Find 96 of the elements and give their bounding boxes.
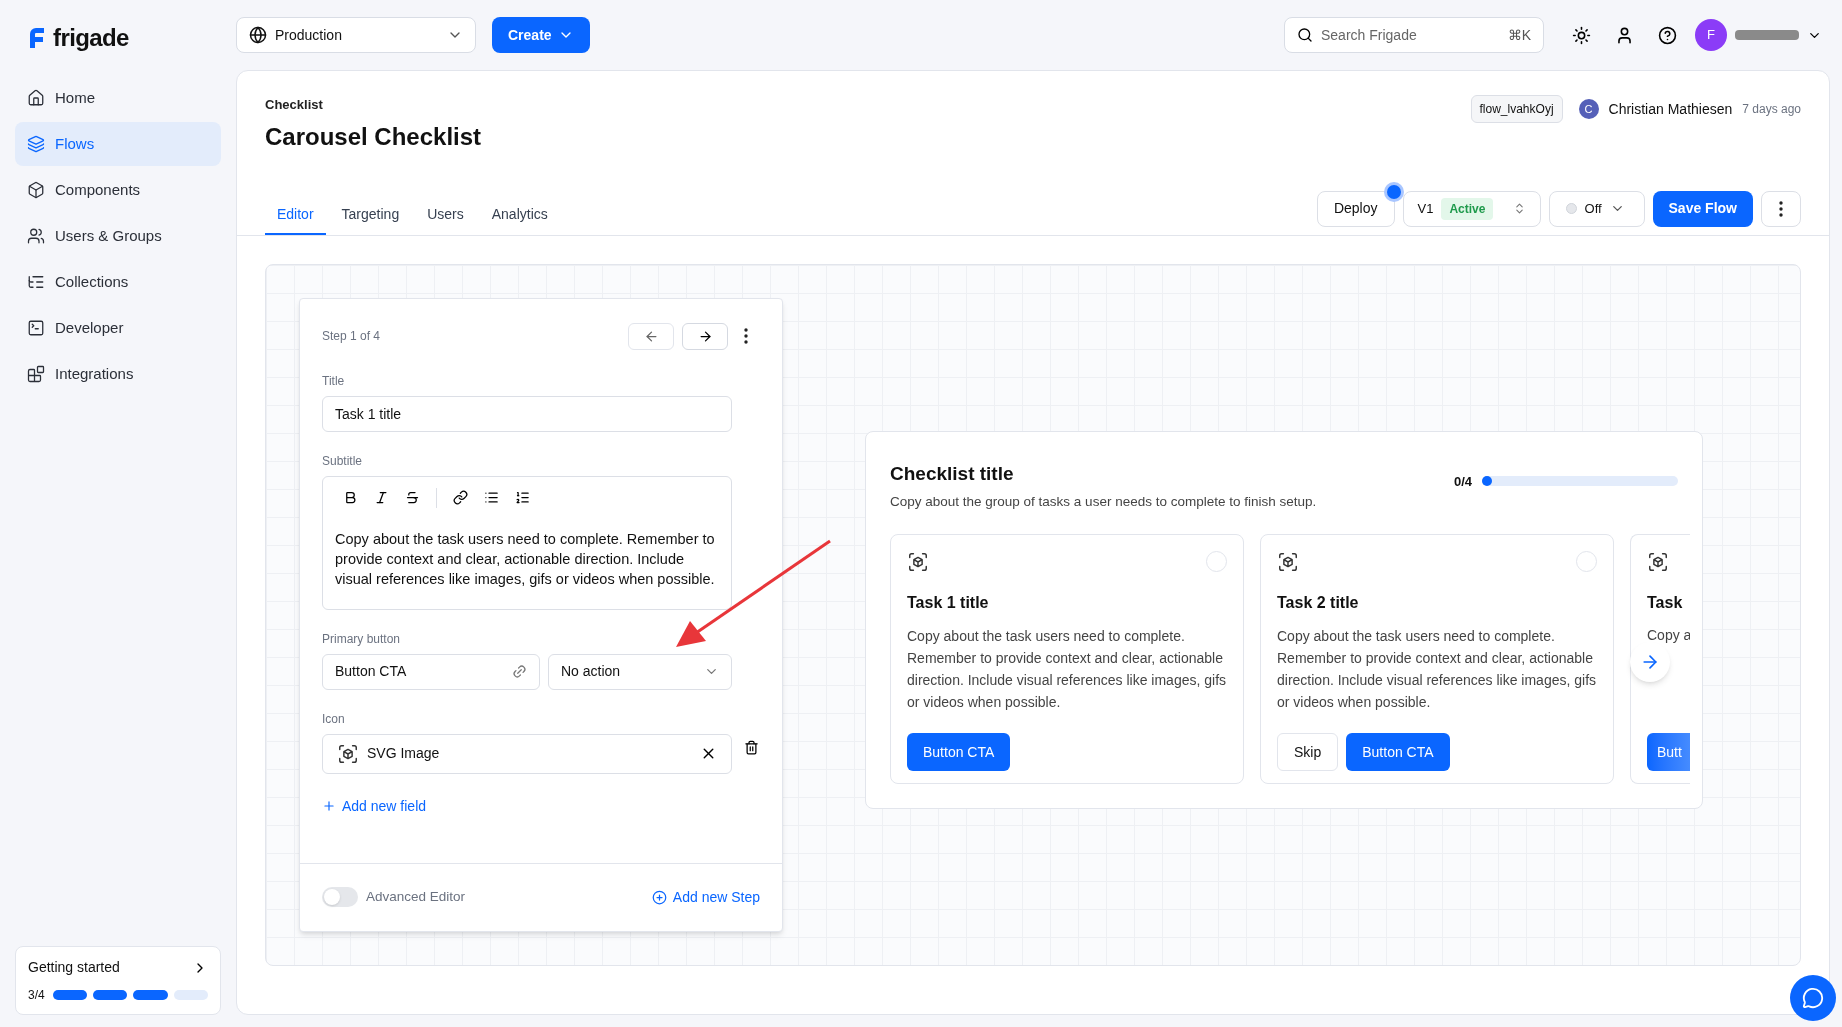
title-field[interactable]: Task 1 title [322,395,732,432]
tab[interactable]: Targeting [329,203,412,235]
version-dropdown[interactable]: V1 Active [1402,190,1541,227]
home-icon [27,89,45,107]
redacted-block [1735,30,1799,40]
status-badge: Active [1441,197,1494,220]
plus-icon [322,799,336,813]
create-button[interactable]: Create [492,17,590,53]
updated-time: 7 days ago [1742,101,1801,118]
add-field-link[interactable]: Add new field [322,795,427,817]
users-icon [27,227,45,245]
field-label: Icon [322,710,346,728]
plus-circle-icon [651,889,667,905]
task-description: Copy about the task users need to complete. Remember to provide context and clear, actionable direction. Include visual references like images, gifs or videos when possible. [907,627,1227,713]
sidebar-item[interactable]: Users & Groups [15,214,221,258]
strikethrough-icon[interactable] [405,490,420,505]
author-avatar: C [1578,99,1599,119]
subtitle-text: Copy about the task users need to complete. Remember to provide context and clear, actionable direction. Include visual references like images, gifs or videos when possible. [335,529,716,589]
checklist-title: Checklist title [890,461,1015,486]
search-input[interactable]: Search Frigade [1321,24,1500,46]
task-title: Task 2 title [1277,593,1360,614]
tab[interactable]: Analytics [479,203,560,235]
progress-count: 0/4 [1453,472,1472,491]
next-step-button[interactable] [682,322,728,350]
sidebar-item[interactable]: Collections [15,260,221,304]
list-icon [27,273,45,291]
advanced-editor-toggle[interactable] [322,887,358,907]
author-name: Christian Mathiesen [1608,99,1733,119]
rich-text-editor[interactable]: Copy about the task users need to complete. Remember to provide context and clear, actionable direction. Include visual references like images, gifs or videos when possible. [322,475,732,610]
italic-icon[interactable] [374,490,389,505]
tab[interactable]: Editor [265,203,326,235]
step-indicator: Step 1 of 4 [322,328,382,345]
cube-scan-icon [337,742,359,765]
state-dropdown[interactable]: Off [1548,190,1645,227]
icon-field[interactable]: SVG Image [322,733,732,774]
chat-icon [1802,987,1824,1009]
cube-scan-icon [1277,551,1299,574]
search-field[interactable]: Search Frigade ⌘K [1284,17,1544,53]
sidebar-item[interactable]: Components [15,168,221,212]
environment-dropdown[interactable]: Production [236,17,476,53]
cta-button[interactable]: Button CTA [1346,733,1450,772]
blocks-icon [27,365,45,383]
globe-icon [249,26,267,44]
field-label: Subtitle [322,452,364,470]
add-step-link[interactable]: Add new Step [651,886,760,908]
task-description: Copy about the task users need to complete. Remember to provide context and clear, actionable direction. Include visual references like images, gifs or videos when possible. [1277,627,1597,713]
search-icon [1297,27,1313,43]
sidebar-item[interactable]: Flows [15,122,221,166]
task-title: Task [1647,593,1684,614]
layers-icon [27,135,45,153]
cube-scan-icon [907,551,929,574]
sidebar-item[interactable]: Home [15,76,221,120]
tab[interactable]: Users [415,203,476,235]
numbered-list-icon[interactable] [515,490,530,505]
help-icon[interactable] [1658,25,1677,45]
account-avatar: F [1695,19,1727,51]
logo-text: frigade [53,23,129,53]
getting-started-title: Getting started [28,958,120,977]
progress-count: 3/4 [28,987,45,1004]
button-text-input[interactable]: Button CTA [335,661,506,682]
logo-icon [27,26,47,50]
skip-button[interactable]: Skip [1277,733,1339,772]
cube-scan-icon [1647,551,1669,574]
flow-id-badge: flow_lvahkOyj [1470,95,1563,123]
bullet-list-icon[interactable] [484,490,499,505]
box-icon [27,181,45,199]
theme-icon[interactable] [1572,25,1591,45]
field-label: Primary button [322,630,402,648]
more-icon [744,328,748,344]
more-button[interactable] [744,328,748,344]
trash-icon[interactable] [744,739,759,755]
save-button[interactable]: Save Flow [1652,190,1753,227]
account-menu[interactable]: F [1695,19,1822,51]
shortcut-hint: ⌘K [1507,25,1531,45]
deploy-button[interactable]: Deploy [1316,190,1395,227]
checklist-subtitle: Copy about the group of tasks a user needs to complete to finish setup. [890,493,1317,511]
cta-button[interactable]: Butt [1647,733,1690,772]
button-text-field[interactable]: Button CTA [322,653,540,690]
toggle-label: Advanced Editor [366,887,467,906]
sidebar-item[interactable]: Integrations [15,352,221,396]
field-label: Title [322,372,346,390]
icon-value: SVG Image [367,744,441,763]
bold-icon[interactable] [343,490,358,505]
arrow-right-icon [697,328,713,344]
getting-started-card[interactable]: Getting started 3/4 [15,946,221,1015]
flow-type-label: Checklist [265,96,324,114]
task-title: Task 1 title [907,593,990,614]
action-dropdown[interactable]: No action [548,653,732,690]
more-icon [1779,200,1783,217]
chat-button[interactable] [1790,975,1836,1021]
link-icon[interactable] [453,490,468,505]
terminal-icon [27,319,45,337]
cta-button[interactable]: Button CTA [907,733,1011,772]
flow-title: Carousel Checklist [265,121,482,152]
sidebar-item[interactable]: Developer [15,306,221,350]
user-icon[interactable] [1615,25,1634,45]
